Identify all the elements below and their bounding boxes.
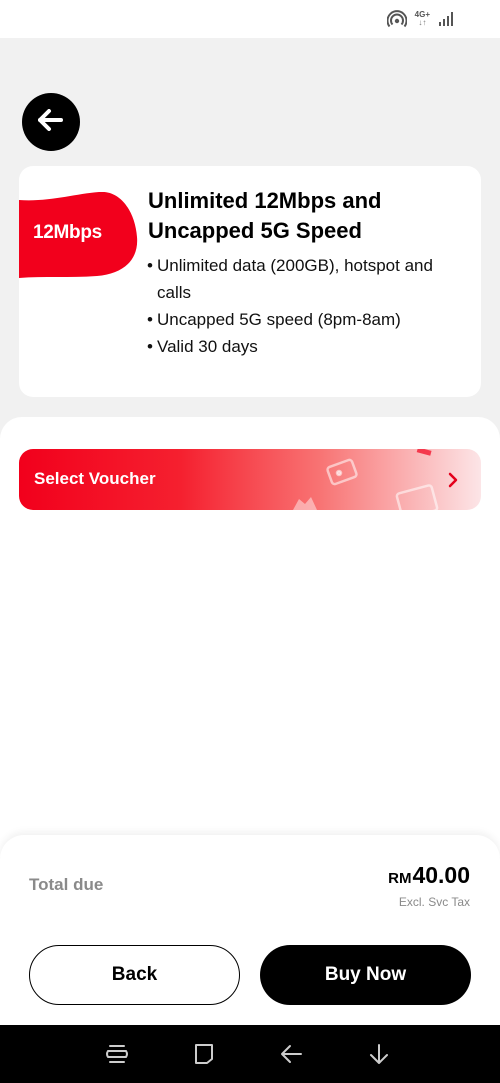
back-icon[interactable] xyxy=(279,1041,305,1067)
recents-icon[interactable] xyxy=(104,1041,130,1067)
plan-card: 12Mbps Unlimited 12Mbps and Uncapped 5G … xyxy=(19,166,481,397)
currency-label: RM xyxy=(388,870,412,887)
home-icon[interactable] xyxy=(191,1041,217,1067)
plan-feature: Unlimited data (200GB), hotspot and call… xyxy=(147,252,467,306)
data-arrows-icon: ↓↑ xyxy=(418,18,427,27)
plan-feature: Valid 30 days xyxy=(147,333,467,360)
speed-badge: 12Mbps xyxy=(19,192,139,278)
amount-value: 40.00 xyxy=(412,862,470,888)
hotspot-icon xyxy=(386,10,407,28)
buy-now-button[interactable]: Buy Now xyxy=(260,945,471,1005)
select-voucher-button[interactable]: Select Voucher xyxy=(19,449,481,510)
hide-keyboard-icon[interactable] xyxy=(366,1041,392,1067)
tax-note: Excl. Svc Tax xyxy=(398,895,470,909)
back-button[interactable]: Back xyxy=(29,945,240,1005)
checkout-sheet: Total due RM 40.00 Excl. Svc Tax Back Bu… xyxy=(0,835,500,1025)
status-bar: 4G+ ↓↑ xyxy=(0,0,500,38)
plan-title: Unlimited 12Mbps and Uncapped 5G Speed xyxy=(148,188,382,243)
chevron-right-icon xyxy=(447,471,459,494)
plan-features: Unlimited data (200GB), hotspot and call… xyxy=(147,252,467,360)
total-due-label: Total due xyxy=(29,875,104,894)
voucher-decoration-icon xyxy=(279,449,459,510)
back-arrow-button[interactable] xyxy=(22,93,80,151)
speed-badge-label: 12Mbps xyxy=(33,222,102,243)
plan-feature: Uncapped 5G speed (8pm-8am) xyxy=(147,306,467,333)
signal-icon xyxy=(438,11,454,27)
status-icons: 4G+ ↓↑ xyxy=(386,10,454,28)
network-type-icon: 4G+ ↓↑ xyxy=(415,11,430,27)
arrow-left-icon xyxy=(38,108,64,136)
navigation-bar xyxy=(0,1025,500,1083)
total-amount: RM 40.00 xyxy=(388,862,470,889)
voucher-label: Select Voucher xyxy=(34,469,156,488)
